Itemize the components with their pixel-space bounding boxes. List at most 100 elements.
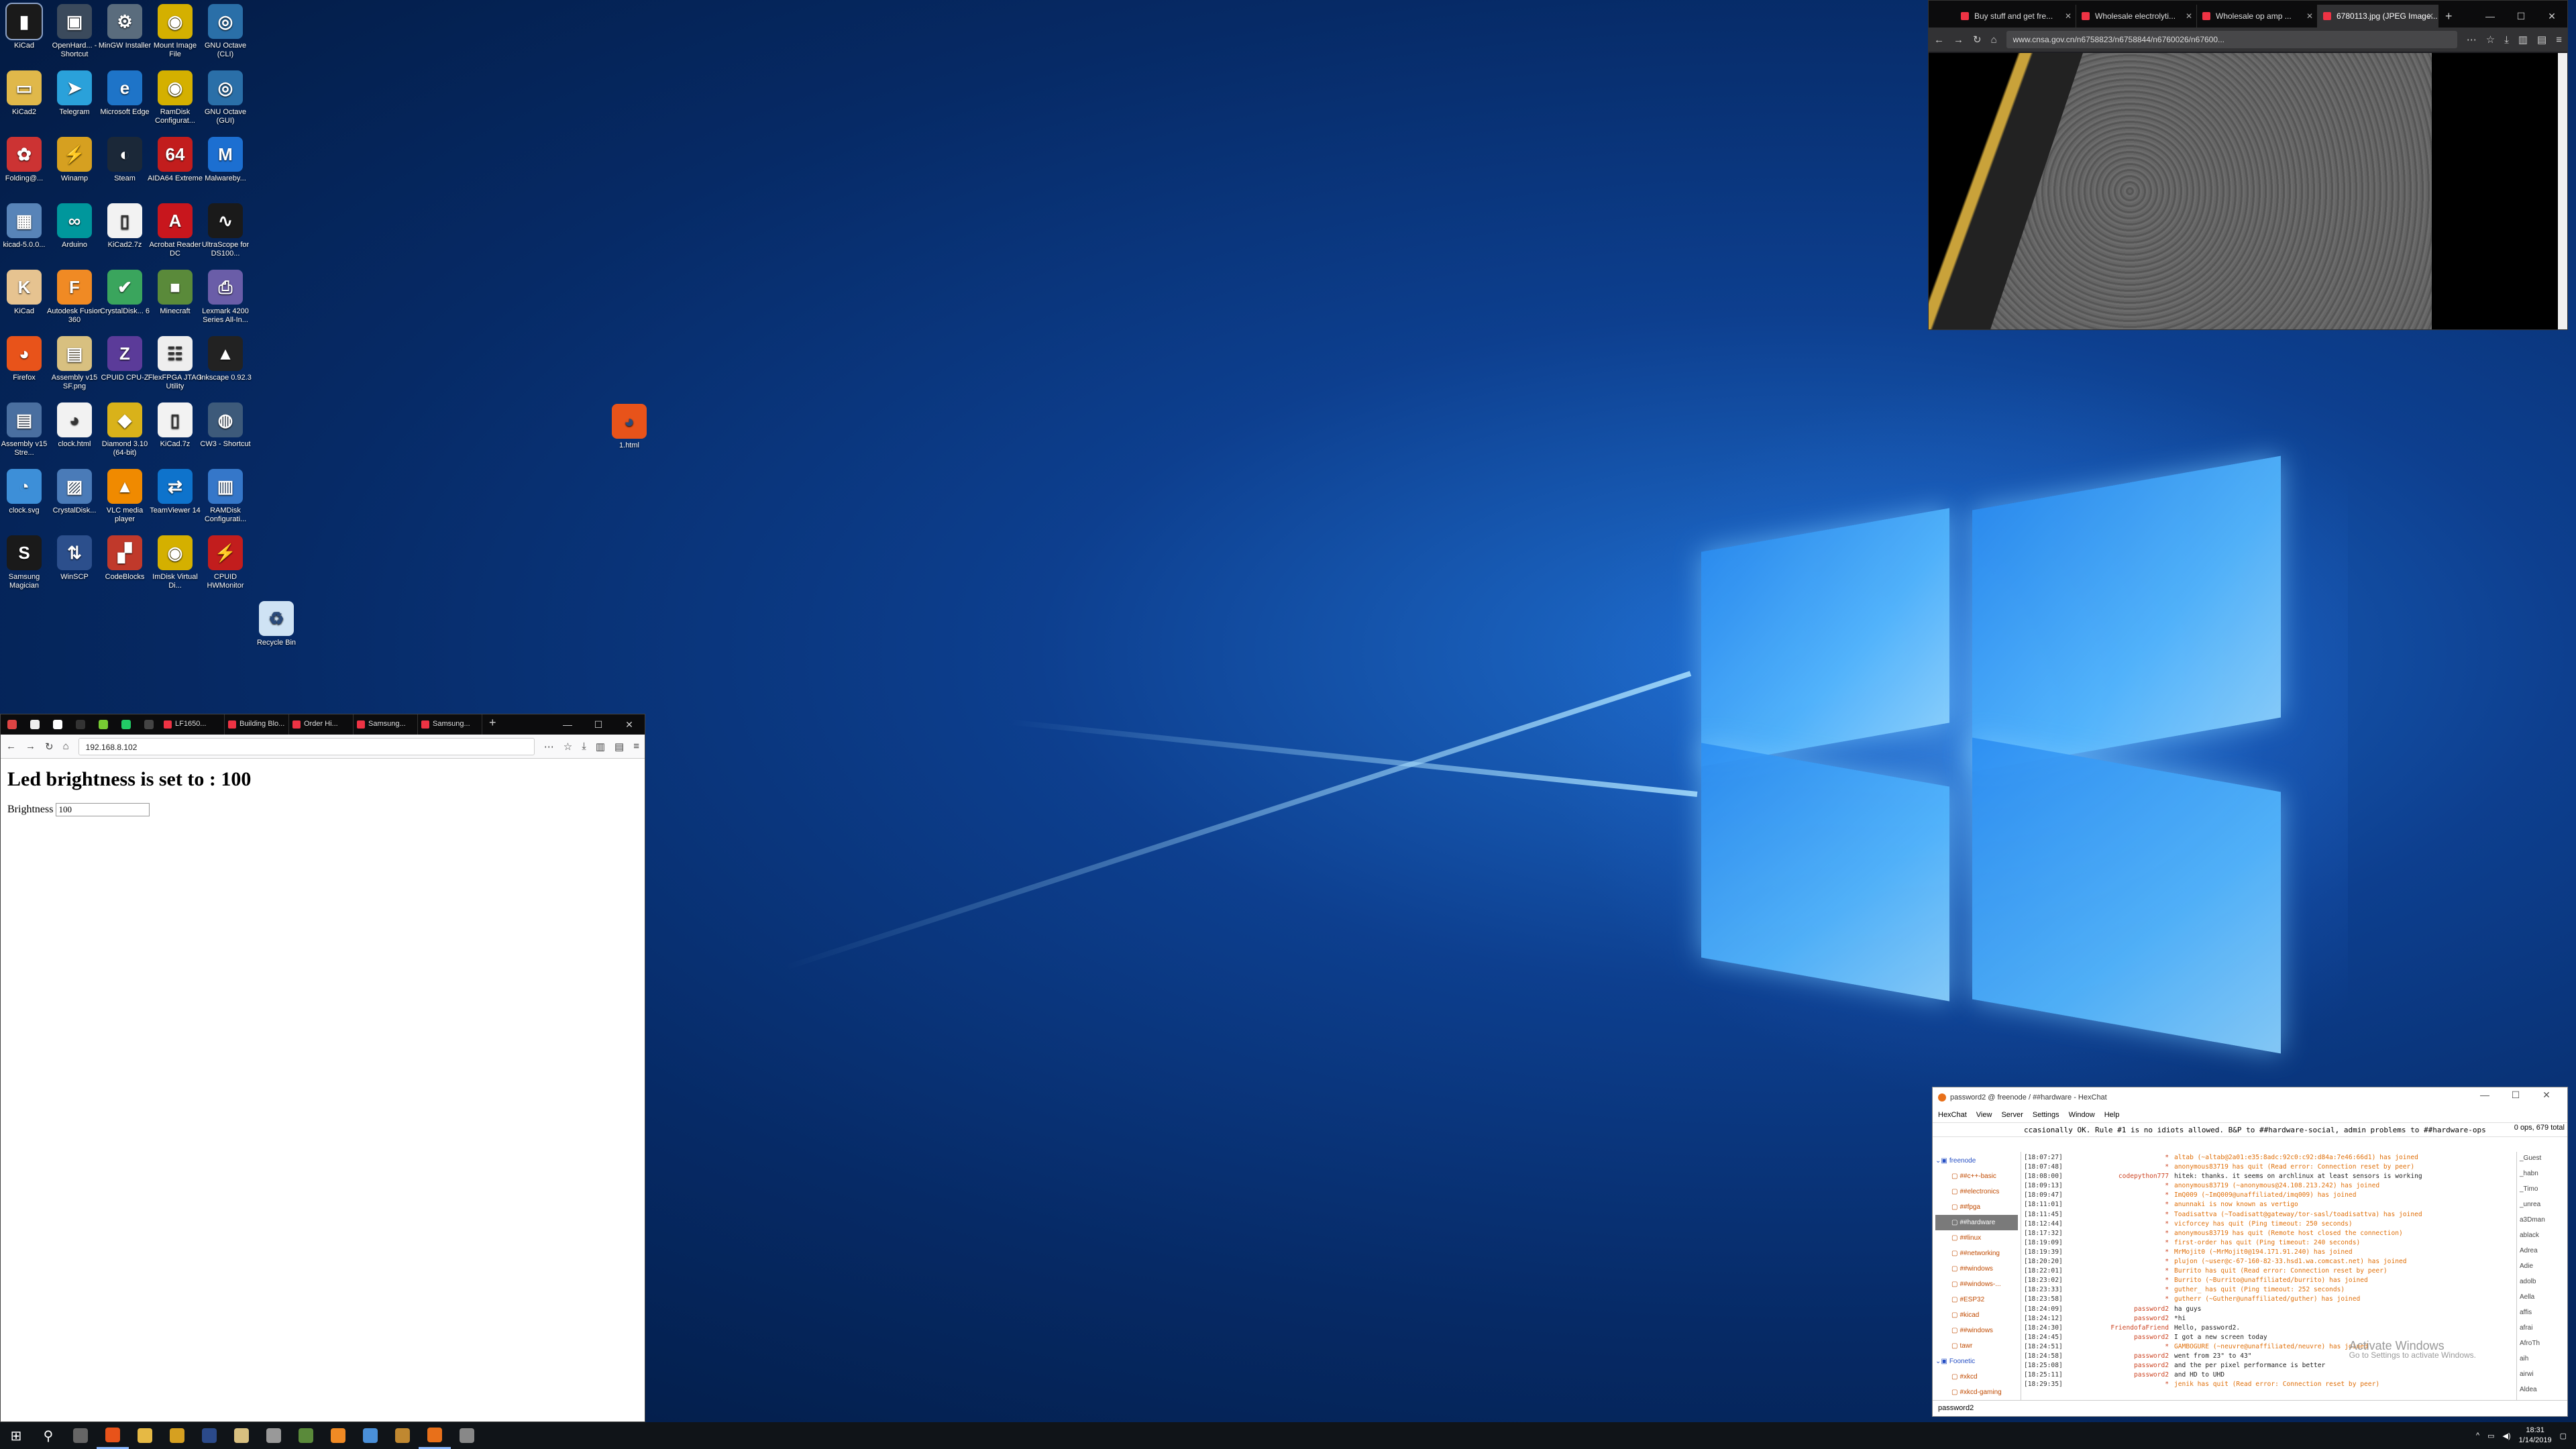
desktop-icon[interactable]: ▤ Assembly v15 Stre... — [0, 398, 52, 458]
clock[interactable]: 18:31 1/14/2019 — [2519, 1426, 2552, 1446]
forward-icon[interactable]: → — [1953, 34, 1964, 46]
desktop-icon[interactable]: ◍ CW3 - Shortcut — [197, 398, 254, 449]
desktop-icon[interactable]: ▯ KiCad.7z — [147, 398, 203, 449]
user-list-item[interactable]: adolb — [2520, 1278, 2565, 1293]
network-node[interactable]: ⌄▣ freenode — [1935, 1153, 2018, 1169]
taskbar-app[interactable] — [97, 1422, 129, 1449]
taskbar-app[interactable] — [129, 1422, 161, 1449]
browser-tab[interactable]: Samsung... — [418, 714, 482, 735]
minimize-icon[interactable]: — — [552, 719, 583, 731]
channel-node[interactable]: ▢ ##fpga — [1935, 1199, 2018, 1215]
desktop-icon[interactable]: ∞ Arduino — [46, 199, 103, 250]
desktop-icon[interactable]: F Autodesk Fusion 360 — [46, 266, 103, 325]
desktop-icon[interactable]: ◕ Firefox — [0, 332, 52, 382]
desktop-icon[interactable]: K KiCad — [0, 266, 52, 316]
taskbar-app[interactable] — [64, 1422, 97, 1449]
browser-tab[interactable]: 6780113.jpg (JPEG Image... ✕ — [2318, 5, 2438, 28]
maximize-icon[interactable]: ☐ — [2506, 11, 2536, 28]
desktop-icon[interactable]: ▞ CodeBlocks — [97, 531, 153, 582]
notifications-icon[interactable]: ▢ — [2560, 1432, 2567, 1440]
taskbar-app[interactable] — [290, 1422, 322, 1449]
user-list-item[interactable]: Aldea — [2520, 1386, 2565, 1400]
desktop-icon[interactable]: ◉ Mount Image File — [147, 0, 203, 59]
nickname[interactable]: * — [2067, 1267, 2174, 1276]
desktop-icon[interactable]: A Acrobat Reader DC — [147, 199, 203, 258]
browser-tab[interactable]: Buy stuff and get fre... ✕ — [1955, 5, 2076, 28]
desktop-icon[interactable]: ⚙ MinGW Installer — [97, 0, 153, 50]
nickname[interactable]: password2 — [2067, 1352, 2174, 1361]
user-list-item[interactable]: afrai — [2520, 1324, 2565, 1340]
pinned-tab[interactable] — [23, 714, 46, 735]
taskbar-app[interactable] — [225, 1422, 258, 1449]
menu-item[interactable]: Help — [2104, 1111, 2120, 1119]
desktop-icon[interactable]: ⇅ WinSCP — [46, 531, 103, 582]
desktop-icon[interactable]: ▲ VLC media player — [97, 465, 153, 524]
network-node[interactable]: ⌄▣ Foonetic — [1935, 1354, 2018, 1369]
browser-tab[interactable]: Wholesale electrolyti... ✕ — [2076, 5, 2197, 28]
browser-tab[interactable]: Order Hi... — [289, 714, 354, 735]
desktop-icon[interactable]: M Malwareby... — [197, 133, 254, 183]
close-icon[interactable]: ✕ — [2536, 11, 2567, 28]
close-icon[interactable]: ✕ — [614, 719, 645, 731]
pinned-tab[interactable] — [46, 714, 69, 735]
maximize-icon[interactable]: ☐ — [583, 719, 614, 731]
back-icon[interactable]: ← — [1934, 34, 1944, 46]
url-bar[interactable]: www.cnsa.gov.cn/n6758823/n6758844/n67600… — [2006, 31, 2457, 48]
taskbar-app[interactable] — [386, 1422, 419, 1449]
desktop-icon[interactable]: ▮ KiCad — [0, 0, 52, 50]
home-icon[interactable]: ⌂ — [1991, 34, 1997, 46]
downloads-icon[interactable]: ⤓ — [582, 741, 586, 752]
reload-icon[interactable]: ↻ — [45, 741, 54, 753]
channel-node[interactable]: ▢ ##linux — [1935, 1230, 2018, 1246]
channel-node[interactable]: ▢ ##windows-... — [1935, 1277, 2018, 1292]
browser-tab[interactable]: LF1650... — [160, 714, 225, 735]
browser-tab[interactable]: Samsung... — [354, 714, 418, 735]
desktop-icon[interactable]: ◐ Steam — [97, 133, 153, 183]
desktop-icon[interactable]: e Microsoft Edge — [97, 66, 153, 117]
desktop-icon[interactable]: Z CPUID CPU-Z — [97, 332, 153, 382]
nickname[interactable]: codepython777 — [2067, 1172, 2174, 1181]
nickname[interactable]: password2 — [2067, 1361, 2174, 1371]
nickname[interactable]: * — [2067, 1295, 2174, 1304]
user-list-item[interactable]: Adrea — [2520, 1247, 2565, 1263]
taskbar-app[interactable] — [258, 1422, 290, 1449]
desktop-icon[interactable]: ■ Minecraft — [147, 266, 203, 316]
back-icon[interactable]: ← — [6, 741, 16, 752]
user-list-item[interactable]: Adie — [2520, 1263, 2565, 1278]
nickname[interactable]: * — [2067, 1181, 2174, 1191]
desktop-icon[interactable]: ◉ ImDisk Virtual Di... — [147, 531, 203, 590]
network-icon[interactable]: ▭ — [2487, 1432, 2494, 1440]
menu-item[interactable]: Server — [2001, 1111, 2023, 1119]
library-icon[interactable]: ▥ — [2518, 34, 2528, 46]
channel-node[interactable]: ▢ ##electronics — [1935, 1184, 2018, 1199]
desktop-icon[interactable]: ▤ Assembly v15 SF.png — [46, 332, 103, 391]
nickname[interactable]: password2 — [2067, 1314, 2174, 1324]
channel-node[interactable]: ▢ #xkcd — [1935, 1369, 2018, 1385]
desktop-icon[interactable]: ∿ UltraScope for DS100... — [197, 199, 254, 258]
desktop-icon[interactable]: ⚡ Winamp — [46, 133, 103, 183]
pinned-tab[interactable] — [69, 714, 92, 735]
channel-node[interactable]: ▢ ##c++-basic — [1935, 1169, 2018, 1184]
desktop-icon[interactable]: ▥ RAMDisk Configurati... — [197, 465, 254, 524]
tray-chevron-icon[interactable]: ^ — [2476, 1432, 2479, 1440]
reload-icon[interactable]: ↻ — [1973, 34, 1982, 46]
channel-node[interactable]: ▢ ##networking — [1935, 1246, 2018, 1261]
sidebar-icon[interactable]: ▤ — [2537, 34, 2546, 46]
taskbar-app[interactable] — [322, 1422, 354, 1449]
desktop-icon[interactable]: ◆ Diamond 3.10 (64-bit) — [97, 398, 153, 458]
pinned-tab[interactable] — [138, 714, 160, 735]
menu-item[interactable]: HexChat — [1938, 1111, 1967, 1119]
channel-node[interactable]: ▢ ##hardware — [1935, 1215, 2018, 1230]
close-tab-icon[interactable]: ✕ — [2306, 11, 2313, 21]
taskbar-app[interactable] — [354, 1422, 386, 1449]
menu-icon[interactable]: ≡ — [2556, 34, 2562, 46]
desktop-icon[interactable]: ◉ RamDisk Configurat... — [147, 66, 203, 125]
close-tab-icon[interactable]: ✕ — [2186, 11, 2192, 21]
pinned-tab[interactable] — [92, 714, 115, 735]
channel-node[interactable]: ▢ #ESP32 — [1935, 1292, 2018, 1307]
nickname[interactable]: * — [2067, 1342, 2174, 1352]
desktop-icon[interactable]: ➤ Telegram — [46, 66, 103, 117]
desktop-icon[interactable]: ▣ OpenHard... - Shortcut — [46, 0, 103, 59]
brightness-input[interactable] — [56, 803, 150, 816]
downloads-icon[interactable]: ⤓ — [2504, 34, 2509, 46]
